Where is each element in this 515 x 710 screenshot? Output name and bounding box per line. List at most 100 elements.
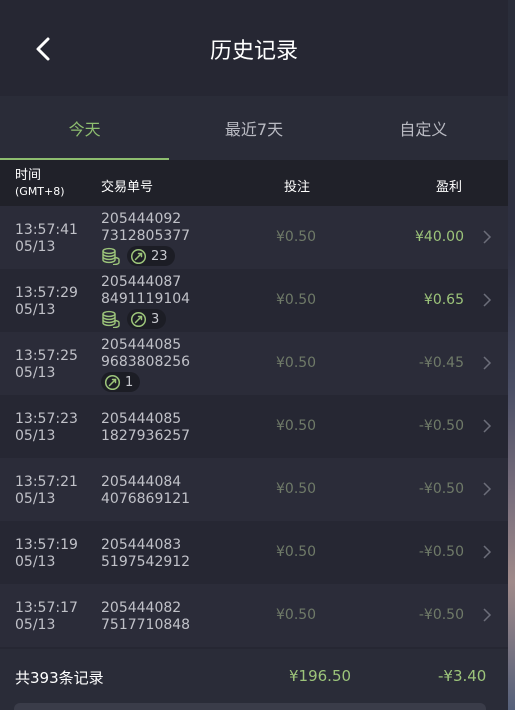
table-row[interactable]: 13:57:41 05/13 205444092 7312805377 23 ¥… <box>0 206 508 269</box>
chevron-right-icon <box>483 608 492 622</box>
row-time: 13:57:23 05/13 <box>15 411 78 445</box>
row-profit: -¥0.50 <box>418 481 464 497</box>
column-time: 时间 (GMT+8) <box>15 168 65 200</box>
row-date-value: 05/13 <box>15 428 56 444</box>
chevron-right-icon <box>483 356 492 370</box>
row-profit: -¥0.50 <box>418 607 464 623</box>
table-row[interactable]: 13:57:25 05/13 205444085 9683808256 1 ¥0… <box>0 332 508 395</box>
row-time-value: 13:57:41 <box>15 222 78 238</box>
row-date-value: 05/13 <box>15 554 56 570</box>
bottom-panel-edge <box>14 703 486 710</box>
row-time-value: 13:57:19 <box>15 537 78 553</box>
table-header: 时间 (GMT+8) 交易单号 投注 盈利 <box>0 160 508 206</box>
column-bet: 投注 <box>284 180 311 195</box>
row-order: 205444085 9683808256 1 <box>101 337 190 392</box>
tab-last-7-days[interactable]: 最近7天 <box>169 96 338 160</box>
row-order-part-b: 4076869121 <box>101 491 191 507</box>
chevron-right-icon <box>483 293 492 307</box>
column-order: 交易单号 <box>101 180 154 195</box>
background-strip <box>508 0 515 710</box>
row-order-part-b: 8491119104 <box>101 291 191 307</box>
coin-stack-icon <box>102 247 120 265</box>
total-profit: -¥3.40 <box>438 667 487 685</box>
total-bet: ¥196.50 <box>289 667 352 685</box>
row-profit: ¥0.65 <box>423 292 464 308</box>
row-bet: ¥0.50 <box>276 418 317 434</box>
row-time: 13:57:41 05/13 <box>15 222 78 256</box>
free-spin-icon <box>130 248 147 264</box>
row-time-value: 13:57:21 <box>15 474 78 490</box>
history-list: 13:57:41 05/13 205444092 7312805377 23 ¥… <box>0 206 508 647</box>
free-spin-count: 3 <box>151 311 160 327</box>
free-spin-badge: 23 <box>127 246 175 266</box>
row-time: 13:57:25 05/13 <box>15 348 78 382</box>
column-time-label: 时间 <box>15 168 42 183</box>
row-order-part-b: 7517710848 <box>101 617 191 633</box>
row-order: 205444085 1827936257 <box>101 411 190 445</box>
row-order: 205444092 7312805377 23 <box>101 211 190 266</box>
row-bet: ¥0.50 <box>276 544 317 560</box>
free-spin-icon <box>104 374 121 390</box>
row-profit: -¥0.50 <box>418 544 464 560</box>
row-order-part-b: 7312805377 <box>101 228 191 244</box>
row-bet: ¥0.50 <box>276 229 317 245</box>
chevron-right-icon <box>483 230 492 244</box>
record-count: 共393条记录 <box>15 669 104 687</box>
free-spin-icon <box>130 311 147 327</box>
row-order-part-b: 9683808256 <box>101 354 191 370</box>
row-order: 205444083 5197542912 <box>101 537 190 571</box>
row-bet: ¥0.50 <box>276 355 317 371</box>
row-date-value: 05/13 <box>15 239 56 255</box>
row-time: 13:57:19 05/13 <box>15 537 78 571</box>
row-date-value: 05/13 <box>15 491 56 507</box>
history-screen: 历史记录 今天 最近7天 自定义 时间 (GMT+8) 交易单号 投注 盈利 1… <box>0 0 508 710</box>
row-bet: ¥0.50 <box>276 607 317 623</box>
row-order-part-a: 205444083 <box>101 537 182 553</box>
row-profit: ¥40.00 <box>415 229 464 245</box>
row-date-value: 05/13 <box>15 302 56 318</box>
row-order-part-a: 205444082 <box>101 600 182 616</box>
row-order-part-a: 205444085 <box>101 411 182 427</box>
chevron-right-icon <box>483 419 492 433</box>
free-spin-badge: 1 <box>101 372 141 392</box>
row-order: 205444084 4076869121 <box>101 474 190 508</box>
free-spin-badge: 3 <box>127 309 167 329</box>
table-row[interactable]: 13:57:17 05/13 205444082 7517710848 ¥0.5… <box>0 584 508 647</box>
column-timezone-label: (GMT+8) <box>15 185 65 198</box>
row-profit: -¥0.45 <box>418 355 464 371</box>
row-bet: ¥0.50 <box>276 292 317 308</box>
table-row[interactable]: 13:57:19 05/13 205444083 5197542912 ¥0.5… <box>0 521 508 584</box>
row-order-part-a: 205444087 <box>101 274 182 290</box>
row-time: 13:57:21 05/13 <box>15 474 78 508</box>
tab-custom[interactable]: 自定义 <box>339 96 508 160</box>
header: 历史记录 <box>0 0 508 96</box>
date-filter-tabs: 今天 最近7天 自定义 <box>0 96 508 160</box>
row-bet: ¥0.50 <box>276 481 317 497</box>
row-order-part-b: 1827936257 <box>101 428 191 444</box>
row-profit: -¥0.50 <box>418 418 464 434</box>
row-order-part-a: 205444092 <box>101 211 182 227</box>
free-spin-count: 23 <box>151 248 168 264</box>
row-order-part-a: 205444084 <box>101 474 182 490</box>
summary-footer: 共393条记录 ¥196.50 -¥3.40 <box>0 649 508 710</box>
row-order: 205444082 7517710848 <box>101 600 190 634</box>
row-date-value: 05/13 <box>15 365 56 381</box>
row-date-value: 05/13 <box>15 617 56 633</box>
row-time-value: 13:57:17 <box>15 600 78 616</box>
table-row[interactable]: 13:57:29 05/13 205444087 8491119104 3 ¥0… <box>0 269 508 332</box>
tab-today[interactable]: 今天 <box>0 96 170 160</box>
column-profit: 盈利 <box>436 180 463 195</box>
free-spin-count: 1 <box>125 374 134 390</box>
row-order: 205444087 8491119104 3 <box>101 274 190 329</box>
row-order-part-b: 5197542912 <box>101 554 191 570</box>
table-row[interactable]: 13:57:21 05/13 205444084 4076869121 ¥0.5… <box>0 458 508 521</box>
chevron-right-icon <box>483 545 492 559</box>
row-time-value: 13:57:23 <box>15 411 78 427</box>
row-time: 13:57:17 05/13 <box>15 600 78 634</box>
row-badges: 1 <box>101 372 190 392</box>
row-time-value: 13:57:29 <box>15 285 78 301</box>
row-badges: 23 <box>101 246 190 266</box>
page-title: 历史记录 <box>209 39 298 64</box>
table-row[interactable]: 13:57:23 05/13 205444085 1827936257 ¥0.5… <box>0 395 508 458</box>
row-time: 13:57:29 05/13 <box>15 285 78 319</box>
